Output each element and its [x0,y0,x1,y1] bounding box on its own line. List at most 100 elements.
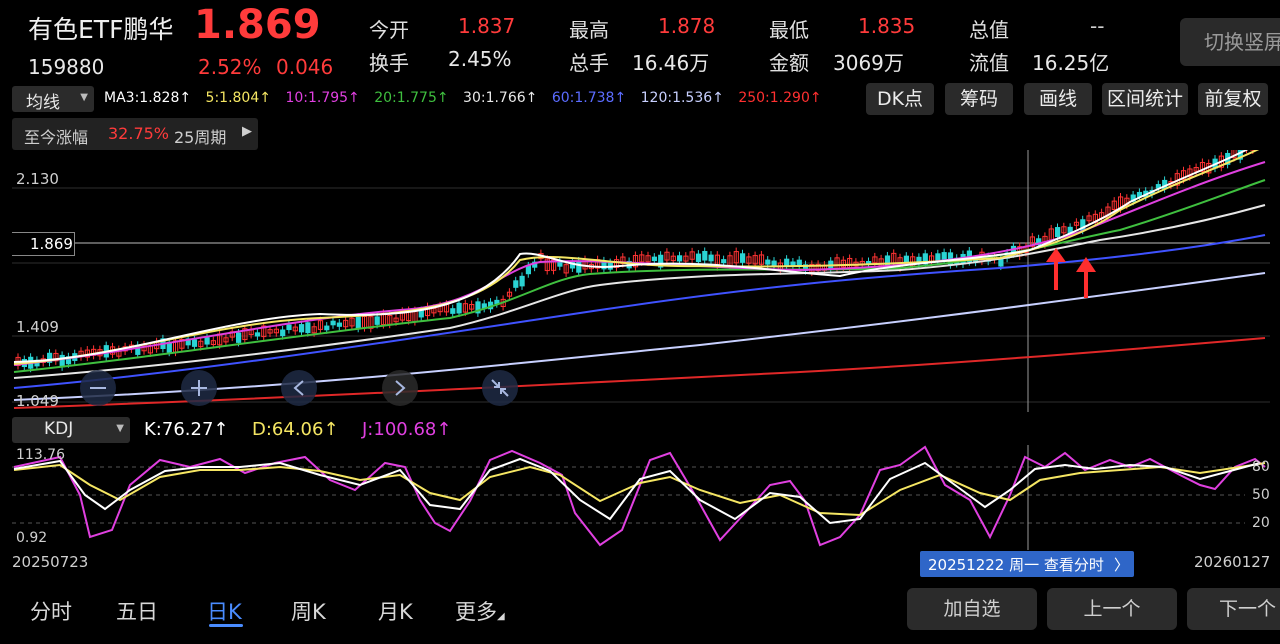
candle-body [677,255,683,262]
stat-volume-value: 16.46万 [632,51,710,75]
stat-turnover-value: 2.45% [448,47,512,71]
candle-body [903,255,909,263]
stat-open-value: 1.837 [458,14,516,38]
candle-body [576,260,582,273]
candle-body [784,258,790,266]
candle-body [513,280,519,288]
price-tick-label: 1.049 [16,392,59,410]
security-code: 159880 [28,55,105,79]
kdj-d-line [13,462,1266,517]
tab-monthly-k[interactable]: 月K [378,596,413,626]
candle-body [450,308,456,314]
cursor-date-text: 20251222 周一 查看分时 [928,556,1104,574]
stat-total-value: -- [1090,14,1105,38]
ma20-value: 20:1.775↑ [374,90,449,106]
tab-more[interactable]: 更多◢ [455,596,505,626]
adjust-button[interactable]: 前复权 [1198,83,1268,115]
candle-body [336,322,342,327]
change-abs: 0.046 [276,55,334,79]
stat-float-value: 16.25亿 [1032,51,1110,75]
kdj-tick-80: 80 [1252,459,1270,475]
cursor-date-tag[interactable]: 20251222 周一 查看分时 〉 [920,551,1134,577]
candle-body [935,253,941,262]
kdj-j-value: J:100.68↑ [362,419,452,440]
kdj-selector[interactable]: KDJ ▼ [12,417,130,443]
ma120-value: 120:1.536↑ [640,90,724,106]
previous-button[interactable]: 上一个 [1047,588,1177,630]
kdj-tick-50: 50 [1252,487,1270,503]
stat-low-value: 1.835 [858,14,916,38]
dk-point-label: DK点 [876,88,924,110]
stat-amount-value: 3069万 [833,51,904,75]
reset-zoom-icon[interactable] [482,370,518,406]
ma-values-row: MA3:1.828↑ 5:1.804↑ 10:1.795↑ 20:1.775↑ … [104,90,832,106]
switch-orientation-button[interactable]: 切换竖屏 [1180,18,1280,66]
candle-body [519,275,525,287]
candle-body [286,324,292,331]
end-date-label: 20260127 [1194,553,1271,571]
candle-body [204,337,210,345]
ma250-value: 250:1.290↑ [738,90,822,106]
zoom-in-icon[interactable] [181,370,217,406]
period-info-label: 至今涨幅 [24,128,89,147]
kdj-tick-20: 20 [1252,515,1270,531]
next-button[interactable]: 下一个 [1187,588,1280,630]
tab-five-day[interactable]: 五日 [116,596,158,626]
candle-body [651,256,657,262]
dropdown-triangle-icon: ▼ [116,423,124,434]
kdj-top-label: 113.76 [16,447,65,463]
chevron-right-icon: ▶ [242,124,252,139]
ma5-value: 5:1.804↑ [205,90,271,106]
kdj-chart[interactable] [0,445,1280,550]
zoom-out-icon[interactable] [80,370,116,406]
candle-body [740,253,746,263]
add-watchlist-button[interactable]: 加自选 [907,588,1037,630]
candle-body [330,320,336,326]
candle-body [765,259,771,265]
stat-high-label: 最高 [569,18,609,42]
price-tick-label: 1.409 [16,318,59,336]
candle-body [324,325,330,331]
dk-point-button[interactable]: DK点 [866,83,934,115]
candle-body [254,332,261,337]
candle-body [374,316,380,325]
corner-triangle-icon: ◢ [497,611,505,622]
stat-high-value: 1.878 [658,14,716,38]
candle-body [1055,227,1061,238]
up-arrow-icon [1046,248,1066,290]
tab-daily-k[interactable]: 日K [207,596,242,626]
candle-body [695,253,702,262]
stat-float-label: 流值 [969,51,1009,75]
tab-weekly-k[interactable]: 周K [291,596,326,626]
stat-volume-label: 总手 [569,51,609,75]
ma-selector[interactable]: 均线 ▼ [12,86,94,113]
candle-body [721,259,727,264]
candle-body [702,250,708,261]
dropdown-triangle-icon: ▼ [80,92,88,103]
security-name: 有色ETF鹏华 [28,15,174,44]
draw-line-button[interactable]: 画线 [1024,83,1092,115]
active-tab-underline [209,624,243,627]
candle-body [191,339,198,347]
ma20-line [13,179,1266,373]
price-chart[interactable] [0,150,1280,412]
candle-body [59,354,65,368]
price-tick-label: 2.130 [16,170,59,188]
candle-body [305,322,311,334]
chip-button[interactable]: 筹码 [945,83,1013,115]
ma60-value: 60:1.738↑ [551,90,627,106]
ma-selector-label: 均线 [26,93,60,113]
scroll-right-icon[interactable] [382,370,418,406]
stat-low-label: 最低 [769,18,809,42]
stat-open-label: 今开 [369,18,409,42]
scroll-left-icon[interactable] [281,370,317,406]
kdj-k-value: K:76.27↑ [144,419,229,440]
kdj-d-value: D:64.06↑ [252,419,339,440]
interval-stats-button[interactable]: 区间统计 [1102,83,1188,115]
ma30-value: 30:1.766↑ [463,90,538,106]
tab-intraday[interactable]: 分时 [30,596,72,626]
ma10-value: 10:1.795↑ [285,90,360,106]
candle-body [355,316,361,329]
period-info-box[interactable]: 至今涨幅 32.75% 25周期 ▶ [12,118,258,150]
ma3-value: MA3:1.828↑ [104,90,192,106]
